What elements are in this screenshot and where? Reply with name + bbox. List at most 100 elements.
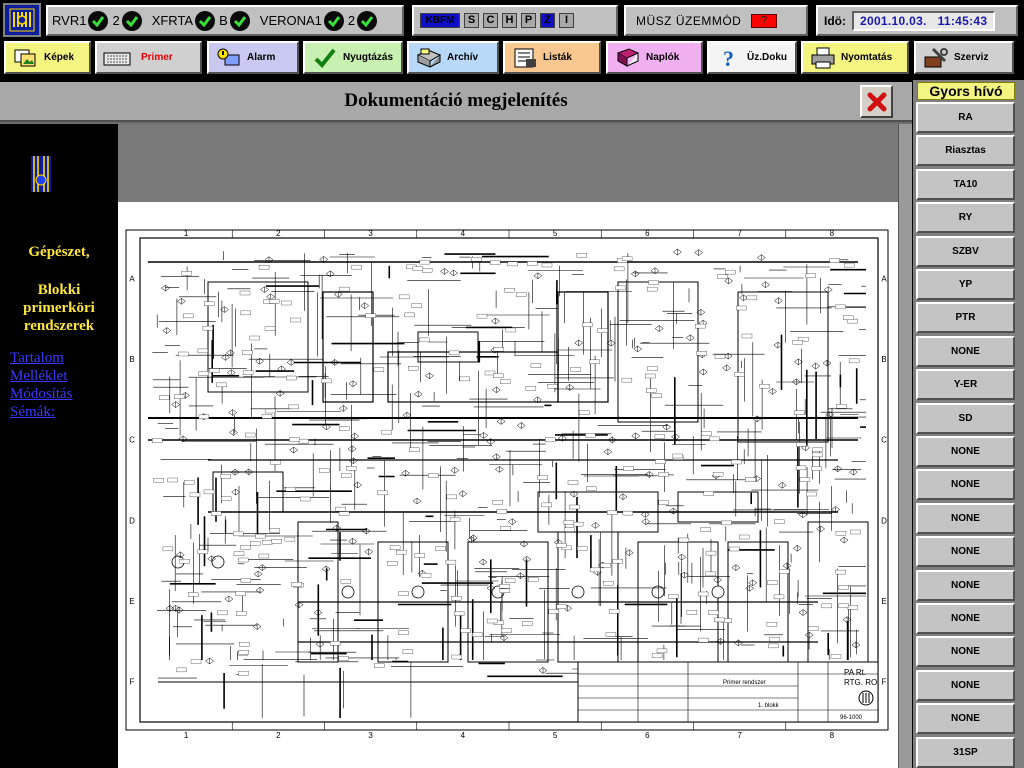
nav-label-nyomtatas: Nyomtatás bbox=[841, 52, 893, 63]
link-tartalom[interactable]: Tartalom bbox=[10, 350, 64, 367]
mode-i[interactable]: I bbox=[559, 13, 574, 28]
help-question-icon: ? bbox=[715, 46, 743, 70]
nav-button-kepek[interactable]: Képek bbox=[4, 41, 91, 74]
nav-label-naplok: Naplók bbox=[646, 52, 680, 63]
nav-button-uz-doku[interactable]: ? Üz.Doku bbox=[707, 41, 797, 74]
nav-label-kepek: Képek bbox=[44, 52, 75, 63]
nav-button-nyugtazas[interactable]: Nyugtázás bbox=[303, 41, 403, 74]
close-button[interactable] bbox=[860, 85, 893, 118]
quick-call-button[interactable]: TA10 bbox=[916, 168, 1015, 200]
status-label-xfrta: XFRTA bbox=[151, 13, 194, 28]
schematic-column-label: 4 bbox=[461, 731, 466, 740]
nav-button-nyomtatas[interactable]: Nyomtatás bbox=[801, 41, 909, 74]
nav-label-listak: Listák bbox=[543, 52, 572, 63]
mode-p[interactable]: P bbox=[521, 13, 536, 28]
mode-c[interactable]: C bbox=[483, 13, 498, 28]
schematic-column-label: 3 bbox=[368, 731, 373, 740]
schematic-row-label: E bbox=[881, 597, 886, 606]
nav-button-naplok[interactable]: Naplók bbox=[606, 41, 703, 74]
schematic-column-label: 5 bbox=[553, 229, 558, 238]
status-value-verona1: 2 bbox=[347, 13, 356, 28]
clock-value: 2001.10.03. 11:45:43 bbox=[852, 10, 996, 31]
schematic-row-label: C bbox=[881, 436, 887, 445]
nav-button-szerviz[interactable]: Szerviz bbox=[914, 41, 1014, 74]
quick-call-button[interactable]: RY bbox=[916, 202, 1015, 234]
plant-emblem-icon bbox=[31, 156, 51, 192]
quick-call-button[interactable]: Y-ER bbox=[916, 369, 1015, 401]
quick-call-button[interactable]: PTR bbox=[916, 302, 1015, 334]
nav-label-nyugtazas: Nyugtázás bbox=[343, 52, 394, 63]
piping-schematic[interactable]: 1 1 2 2 3 3 4 4 5 5 6 6 7 7 8 8 A A B B C C D D E E F F PA Rt. RTG… bbox=[118, 222, 898, 742]
nav-button-alarm[interactable]: Alarm bbox=[207, 41, 299, 74]
pictures-icon bbox=[12, 46, 40, 70]
quick-call-button[interactable]: NONE bbox=[916, 536, 1015, 568]
schematic-row-label: D bbox=[881, 516, 887, 525]
titleblock-sheet: 1. blokk bbox=[758, 703, 780, 709]
lists-icon bbox=[511, 46, 539, 70]
schematic-column-label: 8 bbox=[830, 731, 835, 740]
document-panel: Dokumentáció megjelenítés Gépészet, Blok… bbox=[0, 82, 912, 768]
unit-status-group: RVR1 2 XFRTA B VERONA1 2 bbox=[46, 5, 404, 36]
close-icon bbox=[867, 92, 886, 111]
quick-call-button[interactable]: 31SP bbox=[916, 736, 1015, 768]
nav-label-alarm: Alarm bbox=[247, 52, 276, 63]
quick-call-title: Gyors hívó bbox=[917, 82, 1015, 100]
quick-call-button[interactable]: Riasztas bbox=[916, 135, 1015, 167]
quick-call-button[interactable]: SD bbox=[916, 402, 1015, 434]
link-modositas[interactable]: Módosítás bbox=[10, 386, 73, 403]
schematic-column-label: 1 bbox=[184, 731, 189, 740]
vertical-scrollbar[interactable] bbox=[898, 124, 912, 768]
service-icon bbox=[922, 46, 950, 70]
quick-call-button[interactable]: NONE bbox=[916, 703, 1015, 735]
printer-icon bbox=[809, 46, 837, 70]
schematic-row-label: C bbox=[129, 436, 135, 445]
schematic-row-label: E bbox=[129, 597, 134, 606]
schematic-row-label: B bbox=[129, 355, 134, 364]
nav-button-archiv[interactable]: Archív bbox=[407, 41, 499, 74]
nav-button-primer[interactable]: Primer bbox=[95, 41, 202, 74]
document-header-band bbox=[118, 124, 898, 202]
quick-call-button[interactable]: SZBV bbox=[916, 235, 1015, 267]
quick-call-button[interactable]: NONE bbox=[916, 502, 1015, 534]
mode-z[interactable]: Z bbox=[540, 13, 555, 28]
schematic-column-label: 6 bbox=[645, 229, 650, 238]
doc-heading-line-2: Blokki bbox=[37, 282, 81, 298]
schematic-row-label: D bbox=[129, 516, 135, 525]
quick-call-button[interactable]: NONE bbox=[916, 569, 1015, 601]
nav-label-archiv: Archív bbox=[447, 52, 479, 63]
mode-h[interactable]: H bbox=[502, 13, 517, 28]
status-value-xfrta: B bbox=[219, 13, 228, 28]
quick-call-button[interactable]: NONE bbox=[916, 636, 1015, 668]
quick-call-button[interactable]: NONE bbox=[916, 669, 1015, 701]
ok-check-icon bbox=[121, 10, 142, 31]
nav-button-listak[interactable]: Listák bbox=[503, 41, 601, 74]
ok-check-icon bbox=[195, 10, 216, 31]
quick-call-button[interactable]: NONE bbox=[916, 603, 1015, 634]
nav-label-primer: Primer bbox=[141, 52, 173, 63]
nav-label-szerviz: Szerviz bbox=[954, 52, 989, 63]
quick-call-button[interactable]: NONE bbox=[916, 436, 1015, 467]
status-label-rvr1: RVR1 bbox=[52, 13, 87, 28]
schematic-column-label: 7 bbox=[737, 731, 742, 740]
mode-s[interactable]: S bbox=[464, 13, 479, 28]
mode-indicator-group: KBFM S C H P Z I bbox=[412, 5, 618, 36]
quick-call-button[interactable]: RA bbox=[916, 102, 1015, 133]
link-semak[interactable]: Sémák: bbox=[10, 404, 55, 421]
doc-heading-line-1: Gépészet, bbox=[28, 244, 90, 260]
schematic-column-label: 8 bbox=[830, 229, 835, 238]
clock-group: Idö: 2001.10.03. 11:45:43 bbox=[816, 5, 1018, 36]
alarm-icon bbox=[215, 46, 243, 70]
quick-call-panel: Gyors hívó RA Riasztas TA10 RY SZBV YP PTR NONE… bbox=[913, 80, 1024, 768]
quick-call-button[interactable]: NONE bbox=[916, 335, 1015, 367]
keyboard-icon bbox=[103, 46, 131, 70]
doc-heading-line-4: rendszerek bbox=[23, 318, 95, 334]
quick-call-button[interactable]: NONE bbox=[916, 469, 1015, 501]
quick-call-button[interactable]: YP bbox=[916, 269, 1015, 300]
titleblock-company: PA Rt. bbox=[844, 668, 866, 677]
mode-kbfm[interactable]: KBFM bbox=[420, 13, 460, 28]
schematic-title-block: PA Rt. RTG. RO 1. blokk 96-1000 Primer r… bbox=[577, 661, 879, 723]
document-title-bar: Dokumentáció megjelenítés bbox=[0, 82, 912, 122]
plant-logo bbox=[3, 3, 41, 37]
musz-mode-flag[interactable]: ? bbox=[751, 13, 778, 28]
link-melleklet[interactable]: Melléklet bbox=[10, 368, 67, 385]
